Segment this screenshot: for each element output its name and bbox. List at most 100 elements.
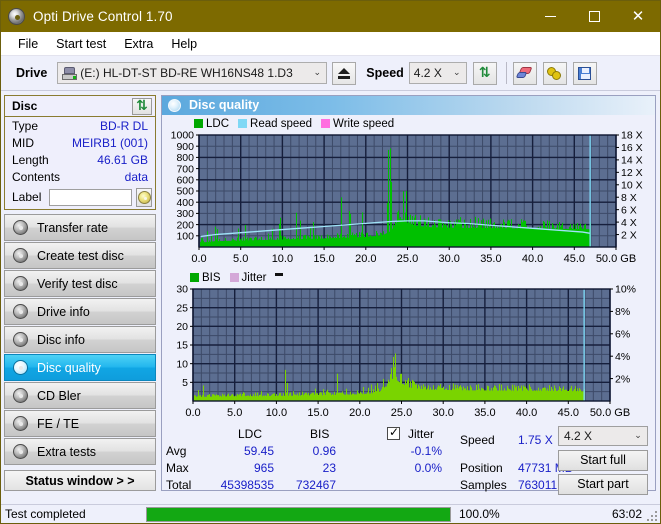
maximize-button[interactable] (572, 1, 616, 32)
content-panel: Disc quality LDC Read speed Write speed … (161, 95, 656, 495)
chevron-down-icon: ⌄ (313, 68, 322, 78)
disc-icon (13, 220, 28, 235)
start-full-button[interactable]: Start full (558, 449, 648, 471)
sidebar-item-extra-tests[interactable]: Extra tests (4, 438, 156, 465)
svg-text:2%: 2% (615, 373, 630, 385)
menu-item-help[interactable]: Help (162, 35, 206, 53)
svg-text:2 X: 2 X (621, 229, 637, 241)
test-speed-value: 4.2 X (564, 428, 593, 443)
status-window-button[interactable]: Status window > > (4, 470, 156, 491)
svg-text:1000: 1000 (171, 131, 195, 142)
sidebar-item-verify-test-disc[interactable]: Verify test disc (4, 270, 156, 297)
disc-row-key: Contents (12, 169, 61, 184)
menu-item-extra[interactable]: Extra (115, 35, 162, 53)
legend-label: BIS (202, 271, 221, 284)
maximize-icon (588, 11, 600, 22)
test-speed-select[interactable]: 4.2 X ⌄ (558, 425, 648, 446)
menu-item-start-test[interactable]: Start test (47, 35, 115, 53)
sidebar-nav: Transfer rate Create test disc Verify te… (4, 214, 156, 466)
svg-text:500: 500 (176, 186, 194, 198)
close-button[interactable]: ✕ (616, 1, 660, 32)
statistics-panel: LDC BIS Jitter Avg Max Total 59.45 965 4… (162, 423, 655, 495)
start-part-button[interactable]: Start part (558, 473, 648, 495)
eject-button[interactable] (332, 61, 357, 85)
resize-grip[interactable] (647, 511, 657, 521)
svg-text:400: 400 (176, 197, 194, 209)
disc-row-key: Type (12, 118, 39, 133)
stats-ldc-avg: 59.45 (243, 443, 274, 458)
save-icon (578, 66, 592, 80)
stats-jitter-avg: -0.1% (410, 443, 442, 458)
sidebar-item-label: FE / TE (37, 416, 80, 431)
sidebar-item-disc-info[interactable]: Disc info (4, 326, 156, 353)
svg-text:12 X: 12 X (621, 167, 643, 179)
progress-bar (146, 506, 451, 522)
svg-text:4 X: 4 X (621, 217, 637, 229)
legend-jitter: Jitter (229, 272, 266, 284)
stats-bis-total: 732467 (295, 477, 336, 492)
menu-item-file[interactable]: File (9, 35, 47, 53)
disc-refresh-button[interactable]: ⇅ (132, 97, 152, 115)
status-text: Test completed (5, 507, 86, 521)
svg-text:0.0: 0.0 (185, 407, 200, 419)
legend-swatch (194, 119, 203, 129)
cd-icon (137, 190, 151, 204)
elapsed-time: 63:02 (611, 507, 642, 521)
minimize-button[interactable] (528, 1, 572, 32)
chevron-down-icon: ⌄ (634, 430, 642, 441)
stats-ldc-total: 45398535 (220, 477, 274, 492)
save-button[interactable] (572, 61, 597, 85)
jitter-marker-icon (275, 272, 284, 276)
svg-text:25: 25 (176, 302, 188, 314)
svg-text:200: 200 (176, 219, 194, 231)
disc-row-value: BD-R DL (99, 118, 148, 133)
stats-ldc-max: 965 (253, 460, 274, 475)
speed-select[interactable]: 4.2 X ⌄ (408, 62, 467, 84)
refresh-button[interactable]: ⇅ (472, 61, 497, 85)
legend-swatch (321, 119, 331, 129)
erase-button[interactable] (512, 61, 537, 85)
svg-text:600: 600 (176, 174, 194, 186)
drive-select[interactable]: (E:) HL-DT-ST BD-RE WH16NS48 1.D3 ⌄ (57, 62, 328, 84)
legend-swatch (190, 273, 199, 283)
sidebar-item-create-test-disc[interactable]: Create test disc (4, 242, 156, 269)
bis-chart: BIS Jitter 5 10 15 20 25 30 2% 4% 6% 8% 10% 0.0 5.0 1… (162, 269, 655, 423)
sidebar-item-drive-info[interactable]: Drive info (4, 298, 156, 325)
svg-text:30.0: 30.0 (432, 407, 453, 419)
disc-label-input[interactable] (49, 188, 133, 206)
disc-row-mid: MID MEIRB1 (001) (5, 134, 155, 151)
stats-bis-max: 23 (322, 460, 336, 475)
menu-bar: File Start test Extra Help (1, 32, 660, 56)
disc-label-button[interactable] (136, 187, 152, 207)
sidebar-item-disc-quality[interactable]: Disc quality (4, 354, 156, 381)
svg-text:10 X: 10 X (621, 179, 643, 191)
svg-text:50.0 GB: 50.0 GB (596, 253, 636, 265)
disc-icon (13, 444, 28, 459)
main-area: Disc ⇅ Type BD-R DL MID MEIRB1 (001) Len… (1, 91, 660, 495)
disc-info-panel: Disc ⇅ Type BD-R DL MID MEIRB1 (001) Len… (4, 95, 156, 210)
legend-swatch (229, 273, 239, 283)
stats-position-label: Position (460, 460, 503, 475)
svg-text:25.0: 25.0 (391, 407, 412, 419)
sidebar-item-label: Create test disc (37, 248, 124, 263)
sidebar-item-cd-bler[interactable]: CD Bler (4, 382, 156, 409)
stats-row-label-total: Total (166, 477, 192, 492)
ldc-chart: LDC Read speed Write speed 100 200 300 400 5… (162, 115, 655, 269)
stats-samples-value: 763011 (518, 477, 558, 492)
stats-row-label-max: Max (166, 460, 189, 475)
speed-label: Speed (366, 66, 404, 80)
svg-text:14 X: 14 X (621, 154, 643, 166)
legend-bis: BIS (190, 272, 221, 284)
window-title: Opti Drive Control 1.70 (33, 9, 173, 24)
disc-icon (13, 248, 28, 263)
disc-row-type: Type BD-R DL (5, 117, 155, 134)
svg-text:40.0: 40.0 (516, 407, 537, 419)
sidebar-item-transfer-rate[interactable]: Transfer rate (4, 214, 156, 241)
jitter-checkbox[interactable] (387, 425, 400, 440)
connect-button[interactable] (542, 61, 567, 85)
sidebar-item-label: Verify test disc (37, 276, 118, 291)
disc-row-value: 46.61 GB (97, 152, 148, 167)
svg-text:5.0: 5.0 (227, 407, 242, 419)
sidebar-item-fe-te[interactable]: FE / TE (4, 410, 156, 437)
drive-toolbar: Drive (E:) HL-DT-ST BD-RE WH16NS48 1.D3 … (1, 56, 660, 91)
